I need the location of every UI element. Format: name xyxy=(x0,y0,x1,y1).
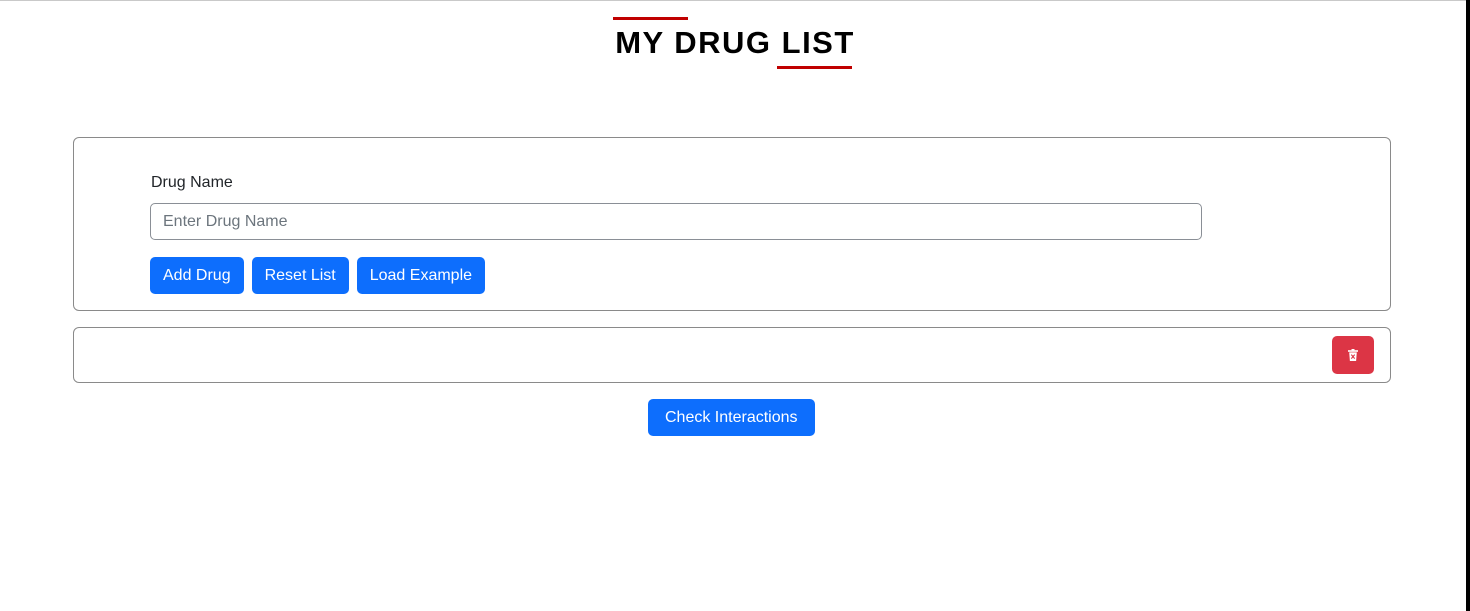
check-interactions-wrap: Check Interactions xyxy=(648,399,815,436)
add-drug-form: Drug Name Add Drug Reset List Load Examp… xyxy=(73,137,1391,311)
drug-name-label: Drug Name xyxy=(151,174,233,191)
drug-list-panel xyxy=(73,327,1391,383)
page-title-block: MY DRUG LIST xyxy=(613,17,857,69)
page-title: MY DRUG LIST xyxy=(615,25,855,60)
title-accent-top xyxy=(613,17,689,20)
reset-list-button[interactable]: Reset List xyxy=(251,257,349,294)
header: MY DRUG LIST xyxy=(0,17,1470,69)
window-right-edge xyxy=(1466,0,1470,611)
load-example-button[interactable]: Load Example xyxy=(356,257,486,294)
add-drug-button[interactable]: Add Drug xyxy=(150,257,244,294)
trash-icon xyxy=(1348,349,1358,361)
drug-name-input[interactable] xyxy=(150,203,1202,240)
form-button-row: Add Drug Reset List Load Example xyxy=(150,257,486,294)
title-accent-bottom xyxy=(776,66,852,69)
window-top-border xyxy=(0,0,1470,1)
check-interactions-button[interactable]: Check Interactions xyxy=(648,399,815,436)
delete-drug-button[interactable] xyxy=(1332,336,1374,374)
